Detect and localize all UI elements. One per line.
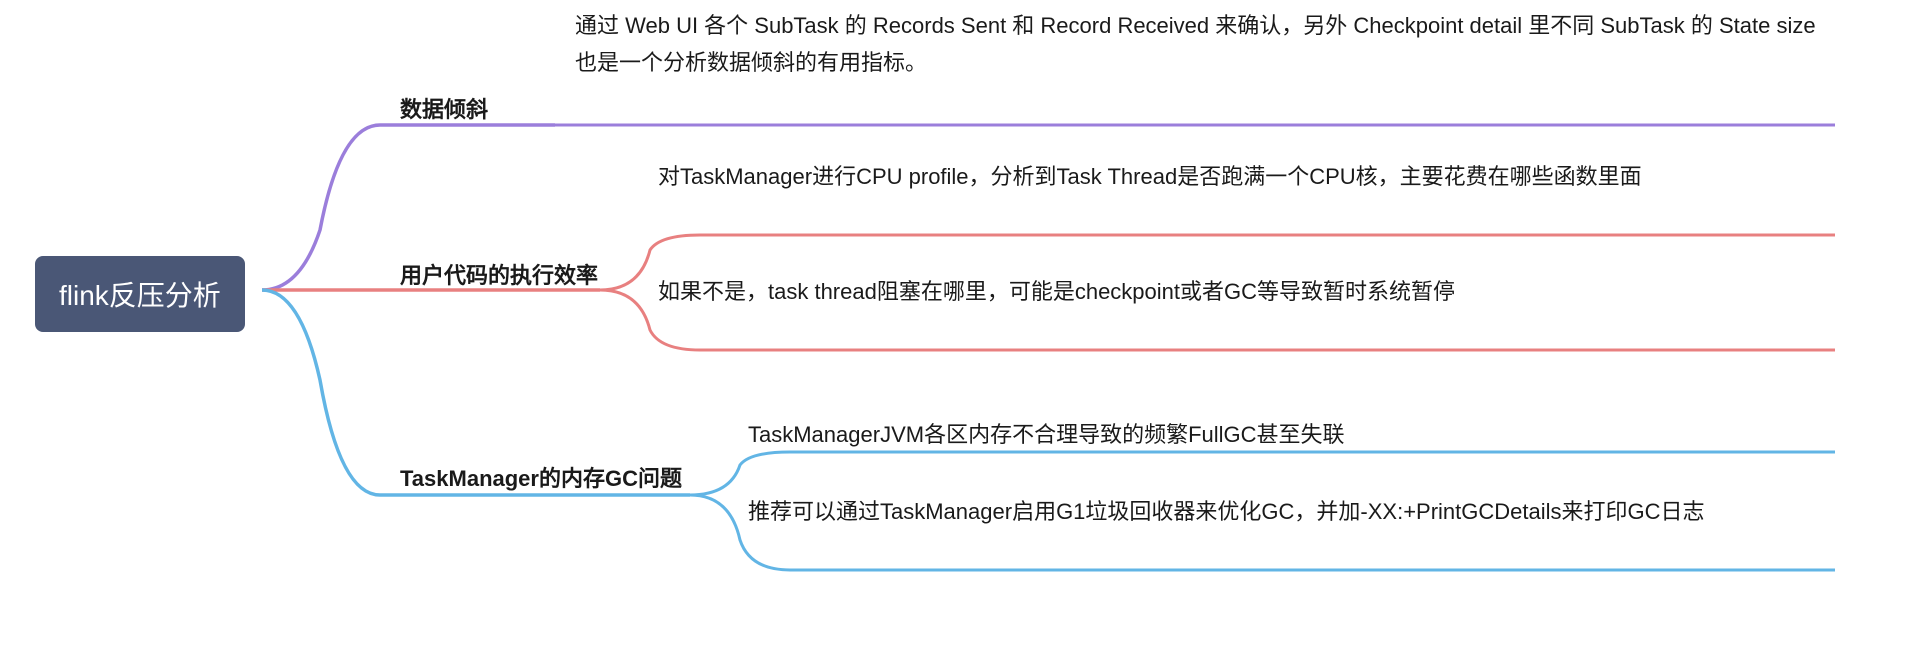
leaf-cpu-profile: 对TaskManager进行CPU profile，分析到Task Thread… <box>658 158 1838 195</box>
leaf-data-skew-detail: 通过 Web UI 各个 SubTask 的 Records Sent 和 Re… <box>575 7 1835 82</box>
leaf-fullgc: TaskManagerJVM各区内存不合理导致的频繁FullGC甚至失联 <box>748 416 1838 453</box>
branch-data-skew[interactable]: 数据倾斜 <box>400 92 488 124</box>
branch-label-text: TaskManager的内存GC问题 <box>400 466 682 491</box>
root-title: flink反压分析 <box>59 280 221 311</box>
branch-label-text: 数据倾斜 <box>400 97 488 122</box>
branch-label-text: 用户代码的执行效率 <box>400 263 598 288</box>
root-node[interactable]: flink反压分析 <box>35 256 245 332</box>
leaf-thread-block: 如果不是，task thread阻塞在哪里，可能是checkpoint或者GC等… <box>658 273 1838 310</box>
branch-taskmanager-gc[interactable]: TaskManager的内存GC问题 <box>400 461 682 493</box>
leaf-g1gc: 推荐可以通过TaskManager启用G1垃圾回收器来优化GC，并加-XX:+P… <box>748 493 1838 530</box>
mindmap-connectors <box>0 0 1928 656</box>
branch-user-code-efficiency[interactable]: 用户代码的执行效率 <box>400 258 598 290</box>
